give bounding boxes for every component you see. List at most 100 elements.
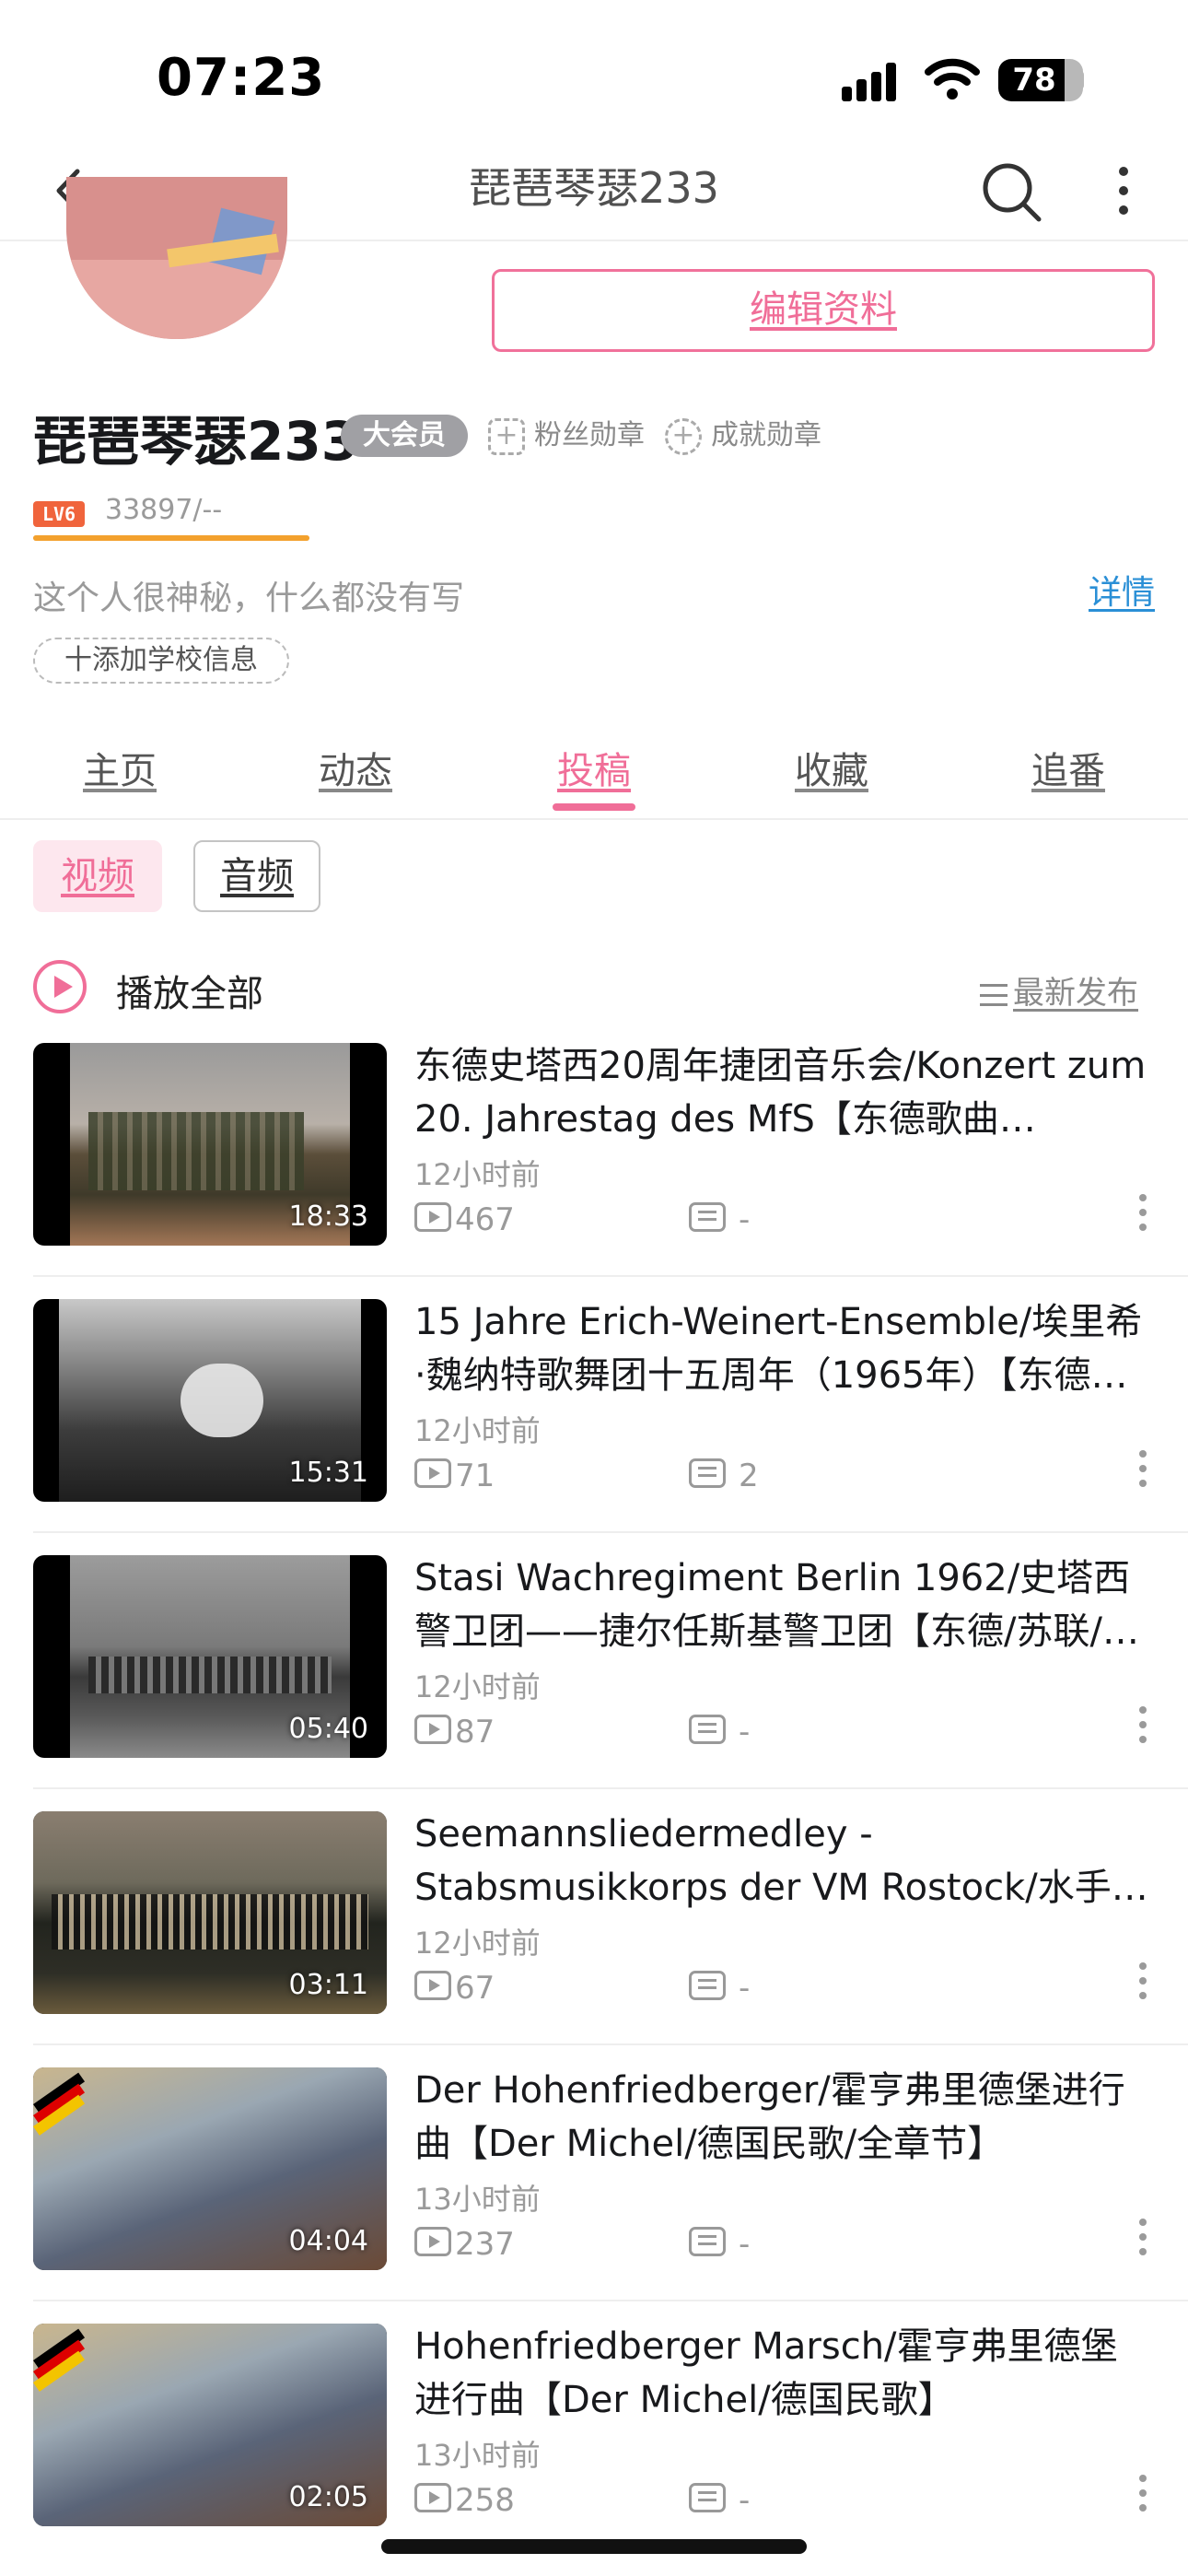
detail-link[interactable]: 详情 — [1089, 566, 1155, 614]
tab-favorites[interactable]: 收藏 — [740, 741, 924, 794]
sort-dropdown[interactable]: 最新发布 — [980, 967, 1138, 1013]
edit-profile-button[interactable]: 编辑资料 — [492, 269, 1155, 352]
play-count-icon — [414, 1715, 451, 1744]
battery-icon: 78 — [998, 59, 1083, 101]
exp-progress-fill — [33, 535, 309, 541]
video-duration: 03:11 — [288, 1969, 368, 2001]
video-plays: 67 — [414, 1970, 495, 2007]
danmaku-count: 2 — [739, 1458, 759, 1494]
danmaku-icon — [689, 1458, 726, 1488]
video-more-icon[interactable] — [1136, 2219, 1149, 2274]
video-time: 12小时前 — [414, 1413, 541, 1448]
tab-bangumi[interactable]: 追番 — [976, 741, 1160, 794]
video-danmaku: - — [689, 2482, 750, 2519]
video-list-item[interactable]: 02:05 Hohenfriedberger Marsch/霍亨弗里德堡进行曲【… — [0, 2301, 1188, 2558]
profile-tabs: 主页 动态 投稿 收藏 追番 — [0, 711, 1188, 820]
active-tab-indicator — [553, 803, 635, 811]
video-title[interactable]: 15 Jahre Erich-Weinert-Ensemble/埃里希·魏纳特歌… — [414, 1295, 1151, 1402]
video-thumbnail[interactable]: 02:05 — [33, 2324, 387, 2526]
video-thumbnail[interactable]: 03:11 — [33, 1811, 387, 2014]
add-school-button[interactable]: 十添加学校信息 — [33, 638, 289, 684]
play-all-icon[interactable] — [33, 960, 87, 1013]
more-vertical-icon[interactable] — [1105, 158, 1142, 223]
video-time: 13小时前 — [414, 2182, 541, 2217]
play-count: 87 — [455, 1714, 495, 1751]
video-more-icon[interactable] — [1136, 1450, 1149, 1505]
video-plays: 71 — [414, 1458, 495, 1494]
video-list-item[interactable]: 18:33 东德史塔西20周年捷团音乐会/Konzert zum 20. Jah… — [0, 1021, 1188, 1277]
play-count-icon — [414, 2483, 451, 2512]
video-more-icon[interactable] — [1136, 1194, 1149, 1249]
add-medal-icon: + — [488, 417, 525, 455]
sort-label: 最新发布 — [1013, 975, 1138, 1012]
video-more-icon[interactable] — [1136, 1706, 1149, 1762]
video-time: 13小时前 — [414, 2438, 541, 2473]
video-title[interactable]: Seemannsliedermedley - Stabsmusikkorps d… — [414, 1808, 1151, 1914]
play-count: 237 — [455, 2226, 515, 2263]
play-count-icon — [414, 1458, 451, 1488]
video-list-item[interactable]: 05:40 Stasi Wachregiment Berlin 1962/史塔西… — [0, 1533, 1188, 1789]
tab-uploads[interactable]: 投稿 — [502, 741, 686, 794]
video-duration: 05:40 — [288, 1713, 368, 1745]
level-badge: LV6 — [33, 501, 85, 527]
video-duration: 15:31 — [288, 1457, 368, 1489]
video-title[interactable]: 东德史塔西20周年捷团音乐会/Konzert zum 20. Jahrestag… — [414, 1039, 1151, 1146]
danmaku-icon — [689, 2227, 726, 2256]
danmaku-count: - — [739, 2226, 751, 2263]
danmaku-count: - — [739, 2482, 751, 2519]
danmaku-icon — [689, 1971, 726, 2000]
cellular-signal-icon — [842, 61, 903, 101]
video-time: 12小时前 — [414, 1926, 541, 1961]
wifi-icon — [925, 58, 980, 100]
video-more-icon[interactable] — [1136, 2475, 1149, 2530]
play-count-icon — [414, 1971, 451, 2000]
video-list-item[interactable]: 15:31 15 Jahre Erich-Weinert-Ensemble/埃里… — [0, 1277, 1188, 1533]
video-title[interactable]: Der Hohenfriedberger/霍亨弗里德堡进行曲【Der Miche… — [414, 2064, 1151, 2171]
danmaku-count: - — [739, 1970, 751, 2007]
video-title[interactable]: Hohenfriedberger Marsch/霍亨弗里德堡进行曲【Der Mi… — [414, 2320, 1151, 2427]
battery-tip — [1077, 71, 1084, 89]
search-icon[interactable] — [974, 155, 1048, 228]
danmaku-icon — [689, 1715, 726, 1744]
bio-text: 这个人很神秘，什么都没有写 — [33, 580, 465, 617]
video-more-icon[interactable] — [1136, 1962, 1149, 2018]
avatar[interactable] — [66, 177, 287, 339]
video-thumbnail[interactable]: 04:04 — [33, 2067, 387, 2270]
video-danmaku: - — [689, 1201, 750, 1238]
status-time: 07:23 — [157, 48, 326, 108]
battery-level: 78 — [1012, 62, 1056, 99]
tab-home[interactable]: 主页 — [28, 741, 212, 794]
danmaku-icon — [689, 2483, 726, 2512]
danmaku-icon — [689, 1202, 726, 1232]
status-bar: 07:23 78 — [0, 0, 1188, 138]
play-count: 467 — [455, 1201, 515, 1238]
achievement-medal-button[interactable]: + 成就勋章 — [665, 416, 821, 455]
exp-text: 33897/-- — [105, 494, 223, 526]
video-duration: 02:05 — [288, 2481, 368, 2513]
add-achievement-icon: + — [665, 417, 702, 455]
video-plays: 258 — [414, 2482, 515, 2519]
play-all-button[interactable]: 播放全部 — [116, 964, 263, 1017]
fan-medal-button[interactable]: + 粉丝勋章 — [488, 416, 645, 455]
play-count: 71 — [455, 1458, 495, 1494]
username: 琵琶琴瑟233 — [33, 410, 359, 473]
video-duration: 04:04 — [288, 2225, 368, 2257]
fan-medal-label: 粉丝勋章 — [534, 419, 645, 451]
video-plays: 87 — [414, 1714, 495, 1751]
video-danmaku: 2 — [689, 1458, 759, 1494]
filter-audio-chip[interactable]: 音频 — [193, 840, 320, 912]
sort-icon — [980, 983, 1007, 1006]
profile-page: 07:23 78 琵琶琴瑟233 编辑资料 琵琶琴瑟233 大会员 + 粉丝勋章… — [0, 0, 1188, 2576]
video-list-item[interactable]: 04:04 Der Hohenfriedberger/霍亨弗里德堡进行曲【Der… — [0, 2045, 1188, 2301]
video-title[interactable]: Stasi Wachregiment Berlin 1962/史塔西警卫团——捷… — [414, 1551, 1151, 1658]
danmaku-count: - — [739, 1201, 751, 1238]
vip-badge[interactable]: 大会员 — [341, 415, 468, 457]
tab-dynamics[interactable]: 动态 — [263, 741, 448, 794]
filter-video-chip[interactable]: 视频 — [33, 840, 162, 912]
video-thumbnail[interactable]: 15:31 — [33, 1299, 387, 1502]
video-thumbnail[interactable]: 05:40 — [33, 1555, 387, 1758]
achievement-medal-label: 成就勋章 — [711, 419, 821, 451]
video-thumbnail[interactable]: 18:33 — [33, 1043, 387, 1246]
video-list-item[interactable]: 03:11 Seemannsliedermedley - Stabsmusikk… — [0, 1789, 1188, 2045]
play-count-icon — [414, 2227, 451, 2256]
